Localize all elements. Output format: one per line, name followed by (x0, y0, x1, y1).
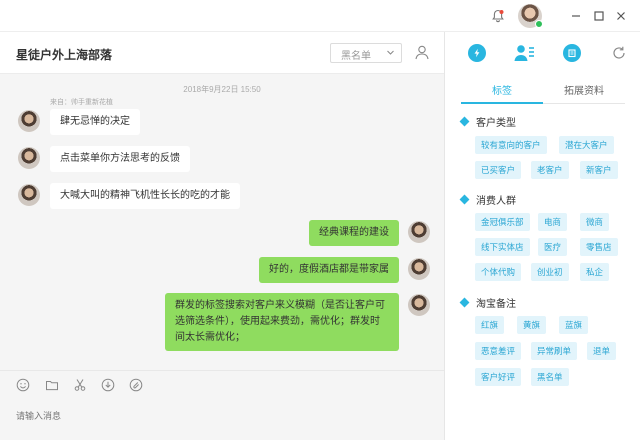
tag-item[interactable]: 老客户 (531, 161, 569, 179)
tab-tags[interactable]: 标签 (461, 82, 543, 97)
chat-title: 星徒户外上海部落 (16, 48, 113, 62)
tab-extended-info[interactable]: 拓展资料 (543, 82, 625, 97)
self-avatar[interactable] (408, 258, 430, 280)
tag-item[interactable]: 电商 (538, 213, 568, 231)
refresh-icon[interactable] (611, 45, 627, 61)
message-bubble-left: 肆无忌惮的决定 (50, 109, 140, 135)
online-status-dot (535, 20, 543, 28)
bell-icon[interactable] (488, 6, 508, 26)
minimize-icon[interactable] (566, 6, 586, 26)
lightning-icon[interactable] (468, 44, 486, 62)
tag-item[interactable]: 个体代购 (475, 263, 522, 281)
section-title: 消费人群 (476, 196, 516, 207)
tag-item[interactable]: 蓝旗 (559, 316, 589, 334)
message-source: 来自：帅手重新花植 (50, 99, 113, 106)
message-timestamp: 2018年9月22日 15:50 (183, 85, 261, 94)
close-icon[interactable] (611, 6, 631, 26)
message-input-area (0, 370, 444, 440)
tag-item[interactable]: 黑名单 (531, 368, 569, 386)
tag-item[interactable]: 黄旗 (517, 316, 547, 334)
download-icon[interactable] (101, 378, 115, 392)
scissors-icon[interactable] (73, 378, 87, 392)
tag-item[interactable]: 已买客户 (475, 161, 522, 179)
emoji-icon[interactable] (16, 378, 30, 392)
panel-toolbar (445, 32, 640, 74)
maximize-icon[interactable] (589, 6, 609, 26)
tag-item[interactable]: 新客户 (580, 161, 618, 179)
diamond-icon (459, 116, 470, 127)
blacklist-label: 黑名单 (341, 51, 371, 62)
tag-item[interactable]: 微商 (580, 213, 610, 231)
contact-avatar[interactable] (18, 110, 40, 132)
panel-tabs: 标签 拓展资料 (461, 78, 625, 104)
section-title: 客户类型 (476, 118, 516, 129)
tag-item[interactable]: 红旗 (475, 316, 505, 334)
tag-item[interactable]: 零售店 (580, 238, 618, 256)
tag-item[interactable]: 潜在大客户 (559, 136, 614, 154)
diamond-icon (459, 297, 470, 308)
tag-item[interactable]: 创业初 (531, 263, 569, 281)
message-bubble-right: 好的，度假酒店都是带家属 (259, 257, 399, 283)
message-bubble-right: 群发的标签搜索对客户来义模糊（是否让客户可选筛选条件），使用起来费劲，需优化；群… (165, 293, 399, 351)
message-bubble-left: 大喊大叫的精神飞机性长长的吃的才能 (50, 183, 240, 209)
section-customer-type: 客户类型 (459, 114, 516, 129)
title-bar (0, 0, 640, 32)
section-title: 淘宝备注 (476, 299, 516, 310)
tag-item[interactable]: 退单 (587, 342, 617, 360)
self-avatar[interactable] (408, 294, 430, 316)
tag-item[interactable]: 恶意差评 (475, 342, 522, 360)
message-bubble-right: 经典课程的建设 (309, 220, 399, 246)
diamond-icon (459, 194, 470, 205)
contact-avatar[interactable] (18, 184, 40, 206)
active-tab-indicator (461, 102, 543, 104)
customer-info-panel: 标签 拓展资料 客户类型 较有意向的客户 潜在大客户 已买客户 老客户 新客户 … (444, 32, 640, 440)
tag-item[interactable]: 私企 (580, 263, 610, 281)
section-taobao-notes: 淘宝备注 (459, 295, 516, 310)
tag-item[interactable]: 医疗 (538, 238, 568, 256)
contact-avatar[interactable] (18, 147, 40, 169)
section-consumer-group: 消费人群 (459, 192, 516, 207)
folder-icon[interactable] (45, 378, 59, 392)
blacklist-select[interactable]: 黑名单 (330, 43, 402, 63)
attachment-icon[interactable] (129, 378, 143, 392)
chat-area: 星徒户外上海部落 黑名单 2018年9月22日 15:50 来自：帅手重新花植 … (0, 32, 444, 440)
message-input[interactable] (16, 411, 416, 421)
tag-item[interactable]: 金冠俱乐部 (475, 213, 530, 231)
contacts-icon[interactable] (513, 43, 535, 63)
tag-item[interactable]: 客户好评 (475, 368, 522, 386)
tag-item[interactable]: 较有意向的客户 (475, 136, 547, 154)
person-icon[interactable] (414, 44, 432, 62)
chat-header: 星徒户外上海部落 黑名单 (0, 32, 444, 74)
tag-item[interactable]: 异常刷单 (531, 342, 578, 360)
self-avatar[interactable] (408, 221, 430, 243)
message-bubble-left: 点击菜单你方法思考的反馈 (50, 146, 190, 172)
book-icon[interactable] (563, 44, 581, 62)
tag-item[interactable]: 线下实体店 (475, 238, 530, 256)
chevron-down-icon (387, 50, 394, 55)
